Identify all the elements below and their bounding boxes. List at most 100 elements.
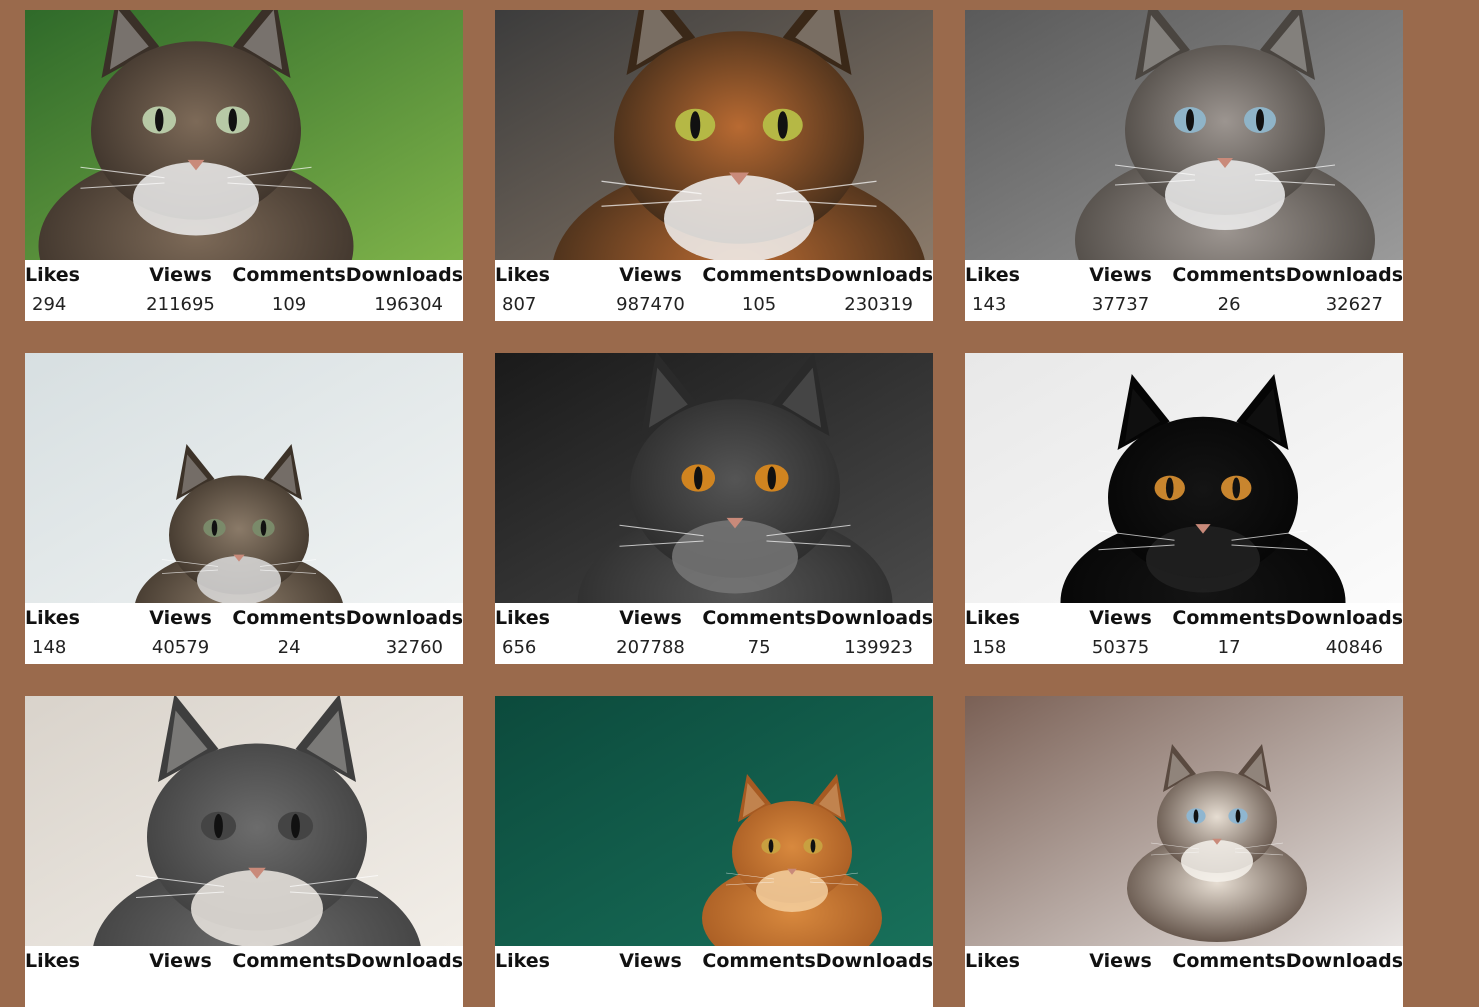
cat-photo[interactable] [25, 696, 463, 946]
stat-value-views: 50375 [1091, 637, 1150, 658]
photo-card: Likes Views Comments Downloads [495, 696, 933, 1007]
stat-comments: Comments 26 [1172, 260, 1285, 321]
stat-label-downloads: Downloads [815, 607, 933, 629]
stat-label-likes: Likes [965, 264, 1020, 286]
stat-likes: Likes 807 [495, 260, 599, 321]
stat-label-likes: Likes [495, 607, 550, 629]
stat-label-comments: Comments [702, 950, 816, 972]
stat-views: Views 211695 [129, 260, 233, 321]
stat-value-comments: 24 [277, 637, 301, 658]
stat-likes: Likes [495, 946, 599, 1007]
photo-stats: Likes 143 Views 37737 Comments 26 Downloads 326… [965, 260, 1403, 321]
stat-value-views: 207788 [616, 637, 685, 658]
stat-likes: Likes [965, 946, 1069, 1007]
photo-stats: Likes 158 Views 50375 Comments 17 Downloads 408… [965, 603, 1403, 664]
stat-likes: Likes 148 [25, 603, 129, 664]
stat-label-likes: Likes [25, 607, 80, 629]
stat-views: Views 207788 [599, 603, 703, 664]
stat-label-views: Views [149, 264, 212, 286]
stat-value-downloads: 40846 [1325, 637, 1383, 658]
stat-likes: Likes 158 [965, 603, 1069, 664]
stat-comments: Comments 75 [702, 603, 815, 664]
stat-value-views: 211695 [146, 294, 215, 315]
stat-likes: Likes [25, 946, 129, 1007]
stat-comments: Comments 109 [232, 260, 345, 321]
photo-stats: Likes 294 Views 211695 Comments 109 Downloads 1… [25, 260, 463, 321]
stat-label-comments: Comments [702, 607, 816, 629]
stat-value-views: 987470 [616, 294, 685, 315]
stat-label-likes: Likes [965, 950, 1020, 972]
photo-card: Likes 294 Views 211695 Comments 109 Downloads 1… [25, 10, 463, 321]
photo-stats: Likes 148 Views 40579 Comments 24 Downloads 327… [25, 603, 463, 664]
photo-stats: Likes 656 Views 207788 Comments 75 Downloads 13… [495, 603, 933, 664]
stat-label-downloads: Downloads [1285, 264, 1403, 286]
stat-label-downloads: Downloads [345, 264, 463, 286]
cat-photo[interactable] [25, 10, 463, 260]
stat-value-downloads: 196304 [374, 294, 443, 315]
stat-label-comments: Comments [1172, 950, 1286, 972]
photo-stats: Likes Views Comments Downloads [965, 946, 1403, 1007]
stat-likes: Likes 656 [495, 603, 599, 664]
stat-downloads: Downloads [346, 946, 463, 1007]
stat-label-likes: Likes [25, 950, 80, 972]
stat-label-downloads: Downloads [815, 950, 933, 972]
stat-label-comments: Comments [232, 950, 346, 972]
stat-likes: Likes 294 [25, 260, 129, 321]
photo-card: Likes 807 Views 987470 Comments 105 Downloads 2… [495, 10, 933, 321]
stat-value-likes: 158 [972, 637, 1007, 658]
photo-stats: Likes Views Comments Downloads [495, 946, 933, 1007]
photo-card: Likes 158 Views 50375 Comments 17 Downloads 408… [965, 353, 1403, 664]
cat-photo[interactable] [965, 353, 1403, 603]
cat-photo[interactable] [965, 696, 1403, 946]
stat-downloads: Downloads 40846 [1286, 603, 1403, 664]
cat-photo[interactable] [25, 353, 463, 603]
stat-label-likes: Likes [965, 607, 1020, 629]
stat-label-views: Views [619, 950, 682, 972]
stat-label-views: Views [1089, 950, 1152, 972]
stat-value-likes: 143 [972, 294, 1007, 315]
stat-value-downloads: 32760 [385, 637, 443, 658]
cat-photo[interactable] [495, 353, 933, 603]
stat-value-downloads: 139923 [844, 637, 913, 658]
stat-label-views: Views [149, 950, 212, 972]
stat-label-comments: Comments [232, 264, 346, 286]
photo-card: Likes 143 Views 37737 Comments 26 Downloads 326… [965, 10, 1403, 321]
stat-likes: Likes 143 [965, 260, 1069, 321]
stat-views: Views 37737 [1069, 260, 1173, 321]
photo-card: Likes 656 Views 207788 Comments 75 Downloads 13… [495, 353, 933, 664]
photo-card: Likes 148 Views 40579 Comments 24 Downloads 327… [25, 353, 463, 664]
stat-views: Views 50375 [1069, 603, 1173, 664]
cat-photo[interactable] [965, 10, 1403, 260]
stat-label-downloads: Downloads [1285, 607, 1403, 629]
stat-comments: Comments 24 [232, 603, 345, 664]
stat-label-likes: Likes [495, 264, 550, 286]
stat-label-downloads: Downloads [1285, 950, 1403, 972]
stat-value-comments: 17 [1217, 637, 1241, 658]
cat-photo[interactable] [495, 10, 933, 260]
stat-label-likes: Likes [25, 264, 80, 286]
stat-value-downloads: 230319 [844, 294, 913, 315]
stat-comments: Comments 105 [702, 260, 815, 321]
cat-gallery: Likes 294 Views 211695 Comments 109 Downloads 1… [25, 10, 1403, 1007]
photo-card: Likes Views Comments Downloads [25, 696, 463, 1007]
cat-photo[interactable] [495, 696, 933, 946]
stat-views: Views [599, 946, 703, 1007]
stat-comments: Comments [232, 946, 345, 1007]
stat-value-comments: 109 [271, 294, 307, 315]
stat-comments: Comments 17 [1172, 603, 1285, 664]
stat-label-downloads: Downloads [345, 950, 463, 972]
stat-downloads: Downloads 32760 [346, 603, 463, 664]
stat-downloads: Downloads 32627 [1286, 260, 1403, 321]
photo-stats: Likes Views Comments Downloads [25, 946, 463, 1007]
stat-label-comments: Comments [1172, 264, 1286, 286]
stat-comments: Comments [702, 946, 815, 1007]
stat-value-comments: 26 [1217, 294, 1241, 315]
stat-label-comments: Comments [232, 607, 346, 629]
stat-downloads: Downloads [1286, 946, 1403, 1007]
stat-views: Views [129, 946, 233, 1007]
stat-label-views: Views [1089, 607, 1152, 629]
stat-value-views: 37737 [1091, 294, 1150, 315]
stat-value-comments: 75 [747, 637, 771, 658]
stat-label-views: Views [149, 607, 212, 629]
stat-label-views: Views [619, 607, 682, 629]
